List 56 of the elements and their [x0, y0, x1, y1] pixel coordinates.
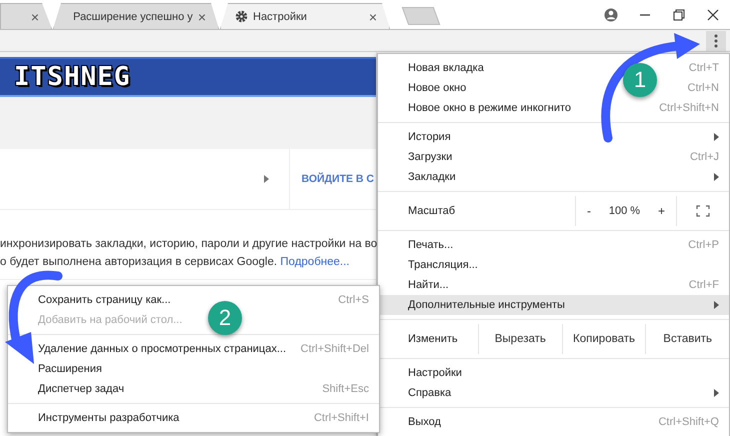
menu-item[interactable]: Печать... [408, 239, 454, 251]
menu-item[interactable]: Новое окно в режиме инкогнито [408, 102, 572, 114]
menu-item[interactable]: Расширения [38, 363, 102, 375]
close-tab-button[interactable]: × [30, 8, 39, 24]
shortcut-label: Ctrl+N [688, 82, 719, 94]
shortcut-label: Ctrl+S [338, 294, 369, 306]
menu-item[interactable]: Инструменты разработчика [38, 412, 180, 424]
shortcut-label: Shift+Esc [322, 383, 369, 395]
site-logo: ITSHNEG [14, 62, 131, 92]
person-icon [604, 8, 618, 22]
menu-item[interactable]: История [408, 131, 451, 143]
menu-item[interactable]: Новое окно [408, 82, 466, 94]
browser-tab[interactable]: Расширение успешно у × [53, 3, 219, 29]
menu-item[interactable]: Удаление данных о просмотренных страницах... [38, 343, 286, 355]
shortcut-label: Ctrl+Shift+Q [658, 416, 719, 428]
browser-tab[interactable]: Настройки × [220, 3, 390, 29]
shortcut-label: Ctrl+T [688, 62, 719, 74]
shortcut-label: Ctrl+P [688, 239, 719, 251]
menu-item[interactable]: Справка [408, 387, 452, 399]
edit-button[interactable]: Копировать [562, 324, 646, 354]
shortcut-label: Ctrl+Shift+I [314, 412, 369, 424]
shortcut-label: Ctrl+Shift+Del [300, 343, 369, 355]
menu-item[interactable]: Выход [408, 416, 441, 428]
browser-tab[interactable]: × [0, 3, 52, 29]
shortcut-label: Ctrl+J [690, 151, 719, 163]
edit-label: Изменить [407, 333, 459, 345]
close-icon [707, 8, 719, 20]
restore-icon [673, 8, 685, 20]
more-link[interactable]: Подробнее... [280, 256, 350, 268]
close-tab-button[interactable]: × [198, 8, 206, 24]
zoom-value: 100 % [608, 205, 640, 217]
settings-icon [235, 10, 248, 23]
shortcut-label: Ctrl+Shift+N [659, 102, 719, 114]
menu-item[interactable]: Сохранить страницу как... [38, 294, 171, 306]
expand-arrow-icon[interactable] [264, 175, 269, 183]
menu-item[interactable]: Новая вкладка [408, 62, 484, 74]
zoom-label: Масштаб [408, 205, 456, 217]
more-icon [714, 34, 718, 48]
menu-item[interactable]: Диспетчер задач [38, 383, 124, 395]
menu-item[interactable]: Закладки [408, 171, 456, 183]
menu-item[interactable]: Дополнительные инструменты [378, 295, 729, 315]
close-tab-button[interactable]: × [368, 8, 377, 24]
menu-item[interactable]: Найти... [408, 279, 449, 291]
menu-item[interactable]: Загрузки [408, 151, 452, 163]
zoom-out-button[interactable]: - [582, 204, 595, 218]
sync-text: о будет выполнена авторизация в сервисах Google. Подробнее... [0, 255, 351, 270]
sync-text: инхронизировать закладки, историю, пароли и другие настройки на во [0, 237, 376, 252]
sign-in-link[interactable]: ВОЙДИТЕ В С [288, 149, 376, 209]
edit-button[interactable]: Вырезать [478, 324, 562, 354]
menu-item[interactable]: Трансляция... [408, 259, 478, 271]
menu-button[interactable] [706, 30, 726, 50]
edit-button[interactable]: Вставить [645, 324, 730, 354]
shortcut-label: Ctrl+F [688, 279, 719, 291]
fullscreen-icon [696, 205, 710, 217]
zoom-in-button[interactable]: + [654, 204, 670, 218]
menu-item[interactable]: Настройки [408, 367, 462, 379]
